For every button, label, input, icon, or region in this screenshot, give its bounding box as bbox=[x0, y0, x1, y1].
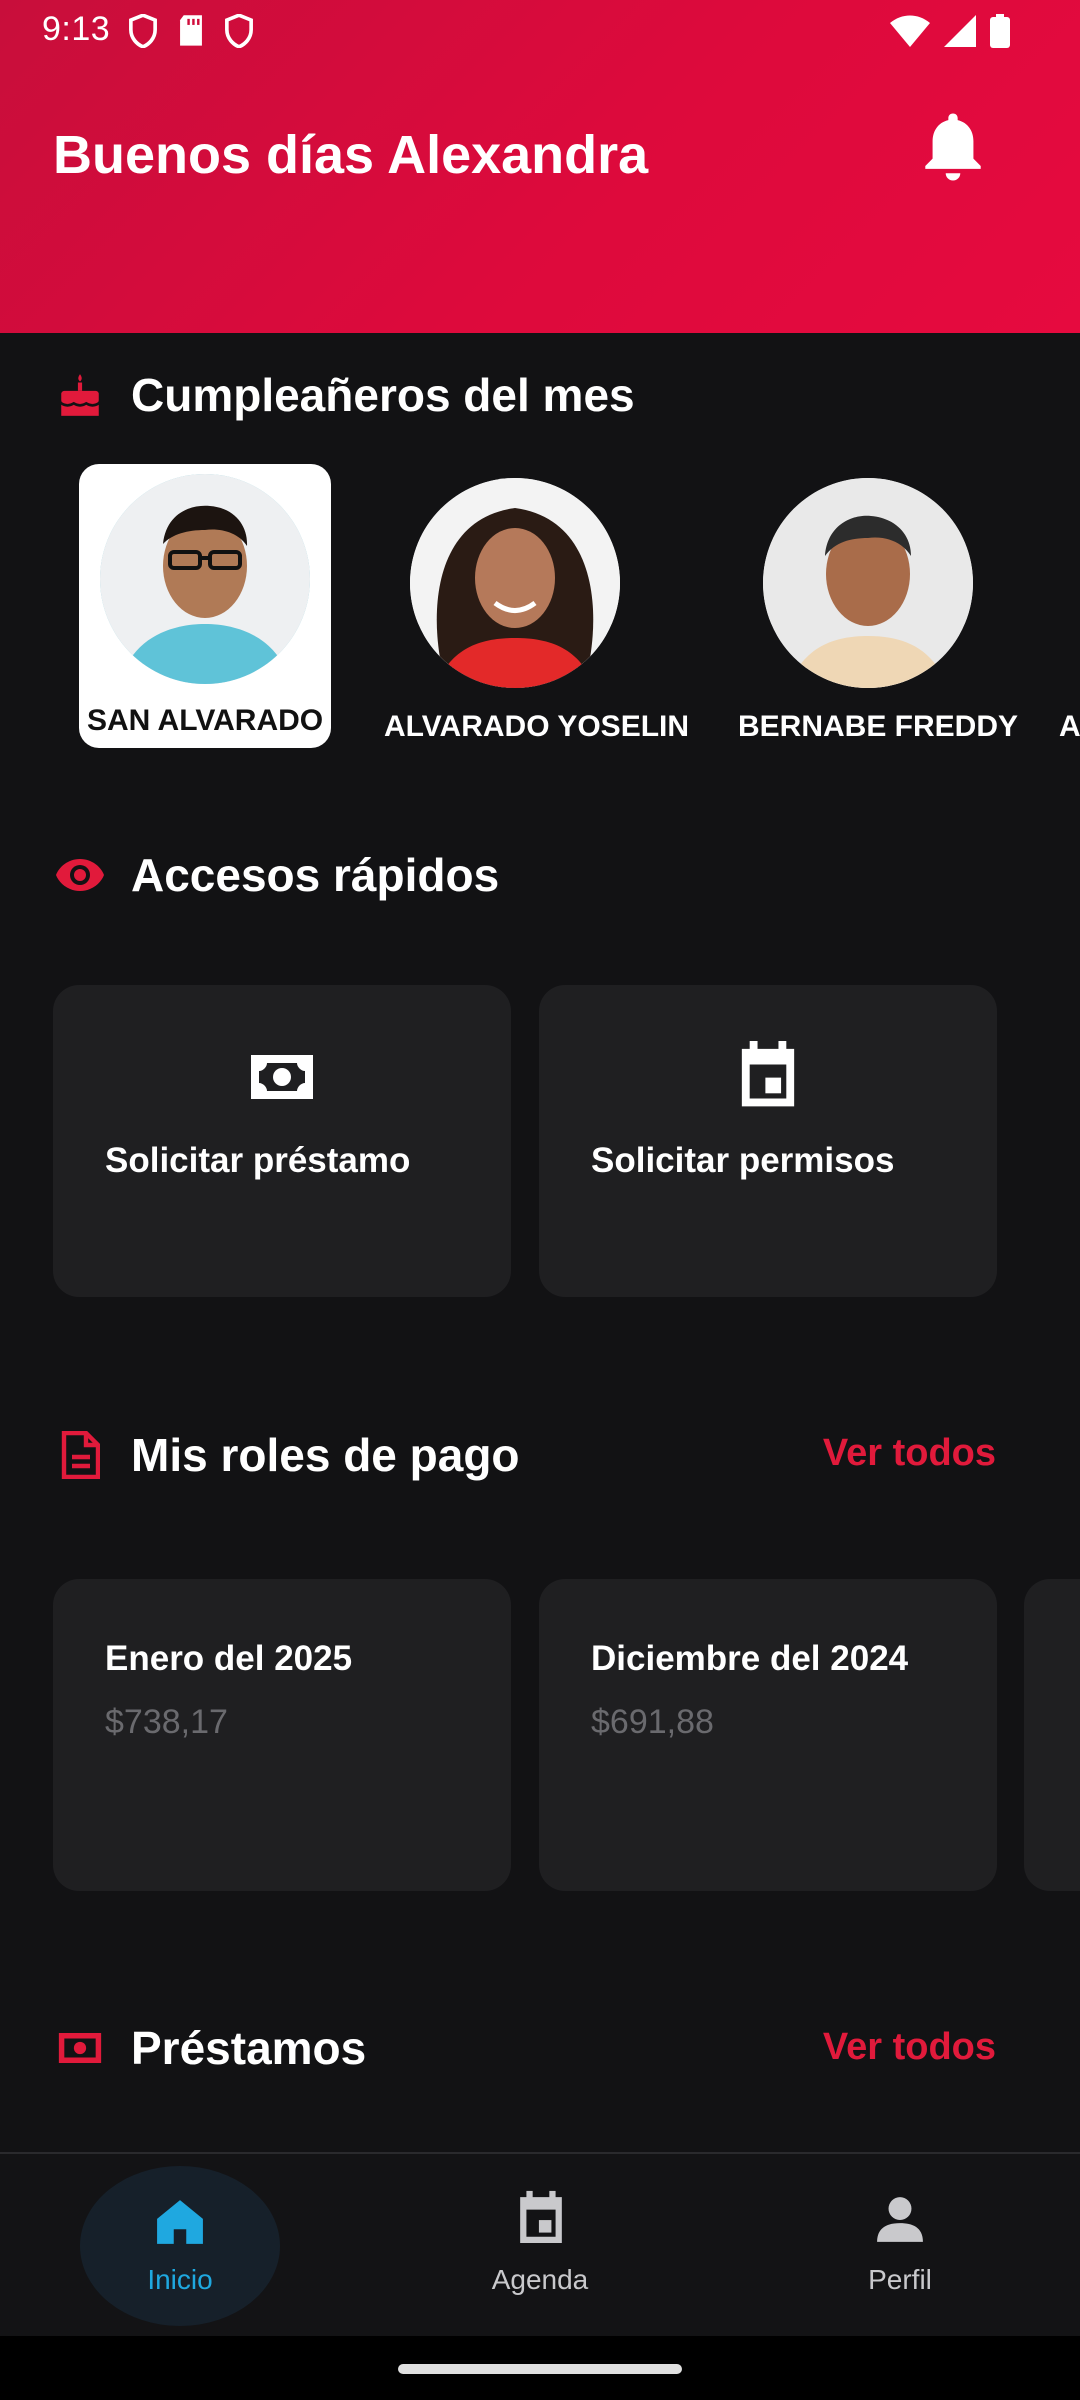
person-photo bbox=[763, 478, 973, 688]
request-loan-card[interactable]: Solicitar préstamo bbox=[53, 985, 511, 1297]
birthdays-title: Cumpleañeros del mes bbox=[131, 369, 635, 421]
wifi-icon bbox=[890, 15, 930, 47]
nav-item-agenda[interactable]: Agenda bbox=[430, 2154, 650, 2338]
avatar bbox=[100, 474, 310, 684]
header: 9:13 Buenos días Alexandra bbox=[0, 0, 1080, 333]
money-icon bbox=[251, 1055, 313, 1099]
request-loan-label: Solicitar préstamo bbox=[105, 1141, 411, 1180]
nav-item-inicio[interactable]: Inicio bbox=[70, 2154, 290, 2338]
nav-label: Inicio bbox=[147, 2264, 213, 2295]
quick-access-title: Accesos rápidos bbox=[131, 849, 500, 901]
person-icon bbox=[877, 2197, 923, 2242]
payroll-card-partial[interactable] bbox=[1024, 1579, 1080, 1891]
shield-icon bbox=[129, 14, 157, 48]
birthday-person[interactable]: A bbox=[1056, 464, 1080, 748]
eye-icon bbox=[56, 859, 104, 891]
home-icon bbox=[157, 2200, 203, 2244]
birthday-name: A bbox=[1059, 710, 1080, 743]
payroll-see-all-link[interactable]: Ver todos bbox=[823, 1432, 996, 1475]
birthday-name: SAN ALVARADO bbox=[87, 704, 324, 737]
avatar bbox=[410, 478, 620, 688]
battery-icon bbox=[990, 14, 1010, 48]
payroll-period: Diciembre del 2024 bbox=[591, 1639, 909, 1678]
payroll-title: Mis roles de pago bbox=[131, 1429, 520, 1481]
nav-label: Agenda bbox=[491, 2264, 589, 2295]
signal-icon bbox=[944, 15, 976, 47]
status-time: 9:13 bbox=[42, 10, 111, 48]
request-permissions-label: Solicitar permisos bbox=[591, 1141, 895, 1180]
payroll-amount: $738,17 bbox=[105, 1703, 228, 1741]
calendar-icon bbox=[520, 2190, 562, 2243]
nav-label: Perfil bbox=[868, 2264, 932, 2295]
birthday-name: BERNABE FREDDY bbox=[738, 710, 1019, 743]
nav-item-perfil[interactable]: Perfil bbox=[790, 2154, 1010, 2338]
loans-see-all-link[interactable]: Ver todos bbox=[823, 2026, 996, 2069]
request-permissions-card[interactable]: Solicitar permisos bbox=[539, 985, 997, 1297]
person-photo bbox=[410, 478, 620, 688]
avatar bbox=[763, 478, 973, 688]
payroll-card[interactable]: Diciembre del 2024 $691,88 bbox=[539, 1579, 997, 1891]
person-photo bbox=[100, 474, 310, 684]
birthday-person[interactable]: BERNABE FREDDY bbox=[738, 464, 1018, 748]
home-gesture-handle[interactable] bbox=[398, 2364, 682, 2374]
cake-icon bbox=[60, 374, 100, 416]
payroll-amount: $691,88 bbox=[591, 1703, 714, 1741]
birthday-person[interactable]: SAN ALVARADO bbox=[79, 464, 331, 748]
greeting-title: Buenos días Alexandra bbox=[53, 125, 649, 185]
shield-icon bbox=[225, 14, 253, 48]
birthday-name: ALVARADO YOSELIN bbox=[384, 710, 690, 743]
money-icon bbox=[58, 2033, 102, 2063]
quick-access-section-header: Accesos rápidos bbox=[53, 840, 499, 910]
document-icon bbox=[61, 1431, 100, 1479]
birthday-person[interactable]: ALVARADO YOSELIN bbox=[384, 464, 689, 748]
status-bar: 9:13 bbox=[0, 0, 1080, 64]
notification-bell-icon[interactable] bbox=[918, 108, 988, 186]
calendar-icon bbox=[741, 1041, 795, 1107]
loans-title: Préstamos bbox=[131, 2022, 367, 2074]
payroll-card[interactable]: Enero del 2025 $738,17 bbox=[53, 1579, 511, 1891]
birthdays-section-header: Cumpleañeros del mes bbox=[53, 360, 635, 430]
payroll-section-header: Mis roles de pago bbox=[53, 1420, 520, 1490]
loans-section-header: Préstamos bbox=[53, 2013, 366, 2083]
bottom-navigation: Inicio Agenda Perfil bbox=[0, 2152, 1080, 2336]
payroll-period: Enero del 2025 bbox=[105, 1639, 353, 1678]
sd-card-icon bbox=[180, 15, 202, 46]
